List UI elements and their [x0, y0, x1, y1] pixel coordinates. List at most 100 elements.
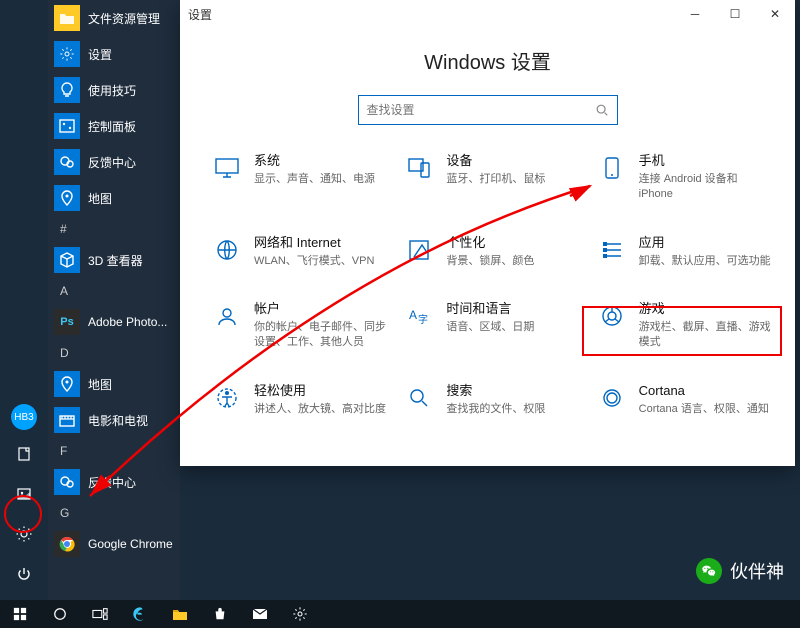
- start-item-label: 设置: [88, 46, 112, 63]
- start-item-label: 使用技巧: [88, 82, 136, 99]
- start-button[interactable]: [0, 600, 40, 628]
- start-item-label: 电影和电视: [88, 412, 148, 429]
- start-item-label: Adobe Photo...: [88, 315, 167, 329]
- minimize-button[interactable]: ─: [675, 0, 715, 28]
- maximize-button[interactable]: ☐: [715, 0, 755, 28]
- settings-category-personal[interactable]: 个性化背景、锁屏、颜色: [400, 229, 584, 275]
- wechat-icon: [696, 558, 722, 584]
- start-app-item[interactable]: Ps Adobe Photo...: [48, 304, 180, 340]
- gear-icon: [54, 41, 80, 67]
- start-app-item[interactable]: 地图: [48, 366, 180, 402]
- close-button[interactable]: ✕: [755, 0, 795, 28]
- start-item-label: 反馈中心: [88, 154, 136, 171]
- taskbar: [0, 600, 800, 628]
- start-letter-header[interactable]: A: [48, 278, 180, 304]
- settings-category-system[interactable]: 系统显示、声音、通知、电源: [208, 147, 392, 209]
- category-title: 时间和语言: [446, 301, 534, 318]
- watermark: 伙伴神: [696, 558, 784, 584]
- start-pinned-item[interactable]: 使用技巧: [48, 72, 180, 108]
- start-app-item[interactable]: 3D 查看器: [48, 242, 180, 278]
- category-desc: Cortana 语言、权限、通知: [639, 402, 769, 417]
- power-icon[interactable]: [0, 554, 48, 594]
- pictures-icon[interactable]: [0, 474, 48, 514]
- mail-icon[interactable]: [240, 600, 280, 628]
- settings-category-network[interactable]: 网络和 InternetWLAN、飞行模式、VPN: [208, 229, 392, 275]
- settings-category-apps[interactable]: 应用卸载、默认应用、可选功能: [593, 229, 777, 275]
- category-desc: 讲述人、放大镜、高对比度: [254, 402, 386, 417]
- category-title: 系统: [254, 153, 375, 170]
- start-pinned-item[interactable]: 地图: [48, 180, 180, 216]
- start-pinned-item[interactable]: 反馈中心: [48, 144, 180, 180]
- watermark-text: 伙伴神: [730, 558, 784, 584]
- taskview-button[interactable]: [80, 600, 120, 628]
- category-title: 设备: [446, 153, 545, 170]
- start-item-label: Google Chrome: [88, 537, 173, 551]
- user-avatar[interactable]: HB3: [11, 404, 37, 430]
- feedback-icon: [54, 469, 80, 495]
- category-title: 网络和 Internet: [254, 235, 374, 252]
- edge-icon[interactable]: [120, 600, 160, 628]
- category-title: 个性化: [446, 235, 534, 252]
- phone-icon: [597, 153, 627, 183]
- network-icon: [212, 235, 242, 265]
- start-pinned-item[interactable]: 设置: [48, 36, 180, 72]
- bulb-icon: [54, 77, 80, 103]
- category-desc: 查找我的文件、权限: [446, 402, 545, 417]
- settings-rail-icon[interactable]: [0, 514, 48, 554]
- category-desc: 游戏栏、截屏、直播、游戏模式: [639, 320, 773, 351]
- settings-taskbar-icon[interactable]: [280, 600, 320, 628]
- start-pinned-item[interactable]: 控制面板: [48, 108, 180, 144]
- search-icon: [404, 383, 434, 413]
- cube-icon: [54, 247, 80, 273]
- category-desc: 显示、声音、通知、电源: [254, 172, 375, 187]
- start-app-item[interactable]: Google Chrome: [48, 526, 180, 562]
- store-icon[interactable]: [200, 600, 240, 628]
- start-item-label: 地图: [88, 190, 112, 207]
- ps-icon: Ps: [54, 309, 80, 335]
- start-letter-header[interactable]: D: [48, 340, 180, 366]
- documents-icon[interactable]: [0, 434, 48, 474]
- settings-category-phone[interactable]: 手机连接 Android 设备和 iPhone: [593, 147, 777, 209]
- settings-category-ease[interactable]: 轻松使用讲述人、放大镜、高对比度: [208, 377, 392, 423]
- start-letter-header[interactable]: G: [48, 500, 180, 526]
- settings-category-cortana[interactable]: CortanaCortana 语言、权限、通知: [593, 377, 777, 423]
- settings-category-accounts[interactable]: 帐户你的帐户、电子邮件、同步设置、工作、其他人员: [208, 295, 392, 357]
- start-pinned-item[interactable]: 文件资源管理: [48, 0, 180, 36]
- start-item-label: 反馈中心: [88, 474, 136, 491]
- apps-icon: [597, 235, 627, 265]
- search-icon: [595, 103, 609, 117]
- category-title: 手机: [639, 153, 773, 170]
- settings-heading: Windows 设置: [180, 46, 795, 75]
- svg-text:字: 字: [418, 313, 428, 326]
- feedback-icon: [54, 149, 80, 175]
- category-desc: 连接 Android 设备和 iPhone: [639, 172, 773, 203]
- settings-category-time[interactable]: A字时间和语言语音、区域、日期: [400, 295, 584, 357]
- category-title: 轻松使用: [254, 383, 386, 400]
- category-desc: 背景、锁屏、颜色: [446, 254, 534, 269]
- start-app-item[interactable]: 电影和电视: [48, 402, 180, 438]
- search-input[interactable]: [367, 103, 595, 117]
- start-app-item[interactable]: 反馈中心: [48, 464, 180, 500]
- ease-icon: [212, 383, 242, 413]
- accounts-icon: [212, 301, 242, 331]
- settings-category-search[interactable]: 搜索查找我的文件、权限: [400, 377, 584, 423]
- category-desc: 语音、区域、日期: [446, 320, 534, 335]
- gaming-icon: [597, 301, 627, 331]
- start-item-label: 3D 查看器: [88, 252, 143, 269]
- start-rail: HB3: [0, 0, 48, 600]
- category-desc: 卸载、默认应用、可选功能: [639, 254, 771, 269]
- settings-category-gaming[interactable]: 游戏游戏栏、截屏、直播、游戏模式: [593, 295, 777, 357]
- folder-icon: [54, 5, 80, 31]
- settings-search[interactable]: [358, 95, 618, 125]
- movie-icon: [54, 407, 80, 433]
- start-letter-header[interactable]: F: [48, 438, 180, 464]
- start-menu: 文件资源管理设置使用技巧控制面板反馈中心地图 #3D 查看器APsAdobe P…: [48, 0, 180, 600]
- cortana-button[interactable]: [40, 600, 80, 628]
- system-icon: [212, 153, 242, 183]
- time-icon: A字: [404, 301, 434, 331]
- start-letter-header[interactable]: #: [48, 216, 180, 242]
- category-desc: 蓝牙、打印机、鼠标: [446, 172, 545, 187]
- explorer-taskbar-icon[interactable]: [160, 600, 200, 628]
- settings-category-devices[interactable]: 设备蓝牙、打印机、鼠标: [400, 147, 584, 209]
- settings-categories: 系统显示、声音、通知、电源设备蓝牙、打印机、鼠标手机连接 Android 设备和…: [180, 147, 795, 443]
